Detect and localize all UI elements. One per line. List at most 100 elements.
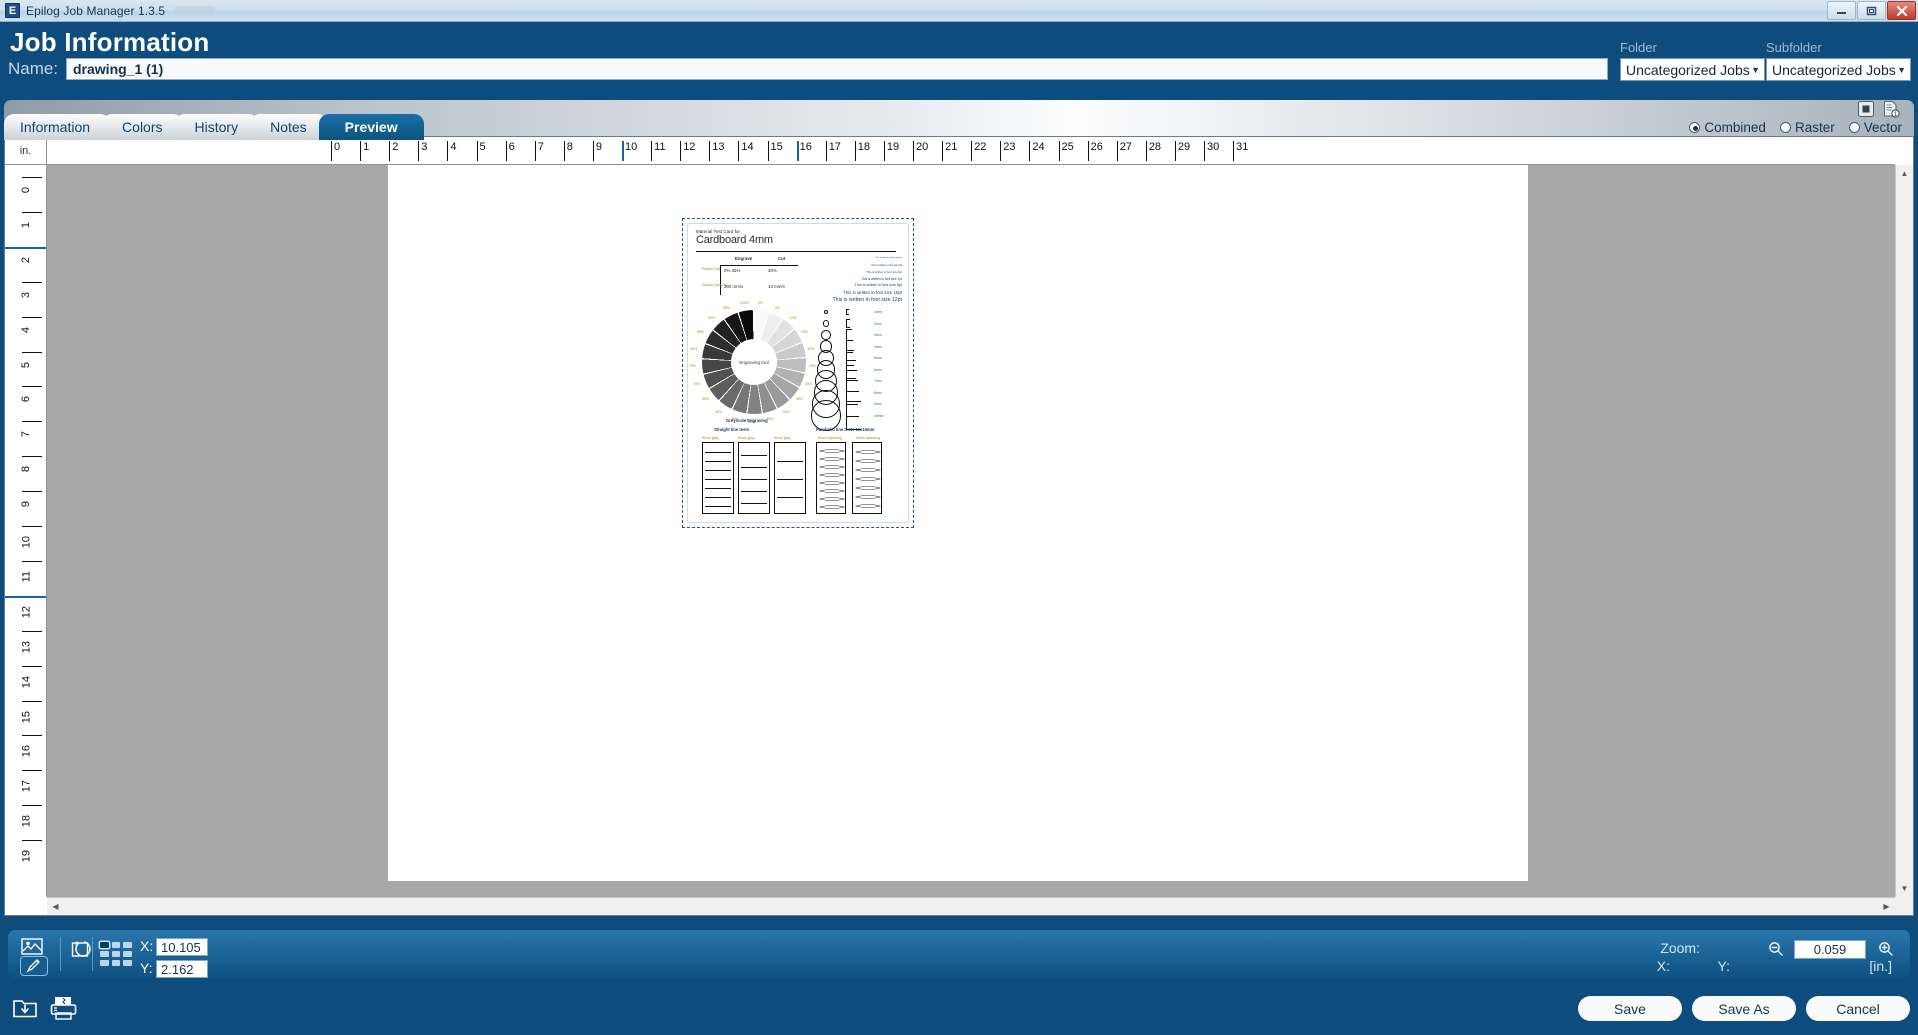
tab-colors[interactable]: Colors bbox=[102, 114, 184, 140]
job-name-input[interactable] bbox=[66, 58, 1608, 80]
drawing-stage[interactable]: Material Test Card for Cardboard 4mm Eng… bbox=[47, 165, 1895, 897]
ruler-tick-label: 13 bbox=[20, 640, 32, 653]
anchor-dot[interactable] bbox=[100, 942, 109, 948]
send-to-laser-icon[interactable] bbox=[50, 995, 77, 1021]
subfolder-dropdown[interactable]: Uncategorized Jobs ▼ bbox=[1766, 58, 1911, 81]
straight-line bbox=[705, 497, 731, 498]
cancel-button[interactable]: Cancel bbox=[1806, 996, 1910, 1021]
titlebar-blur-artifact bbox=[175, 6, 216, 15]
ruler-tick-label: 24 bbox=[1032, 141, 1045, 153]
pencil-tool-icon[interactable] bbox=[20, 956, 48, 976]
anchor-point-selector[interactable] bbox=[100, 942, 132, 966]
donut-segment-label: 30% bbox=[804, 381, 812, 386]
anchor-dot[interactable] bbox=[100, 951, 109, 957]
ruler-tick-label: 9 bbox=[595, 141, 603, 153]
page-count-icon[interactable]: 1 bbox=[1882, 100, 1900, 118]
tab-label: Colors bbox=[122, 119, 163, 135]
ruler-tick-label: 26 bbox=[1090, 141, 1103, 153]
ruler-tick bbox=[1116, 141, 1118, 161]
horizontal-scrollbar[interactable]: ◀ ▶ bbox=[47, 897, 1895, 915]
save-button[interactable]: Save bbox=[1578, 996, 1682, 1021]
tab-information[interactable]: Information bbox=[4, 114, 112, 140]
zoom-input[interactable] bbox=[1794, 940, 1866, 959]
ruler-tick-label: 16 bbox=[20, 745, 32, 758]
maximize-button[interactable] bbox=[1857, 1, 1886, 20]
ruler-tick-label: 2 bbox=[20, 256, 32, 263]
donut-center-label: Engraving tool bbox=[731, 339, 777, 385]
ruler-tick bbox=[22, 630, 42, 632]
anchor-dot[interactable] bbox=[123, 960, 132, 966]
tab-notes[interactable]: Notes bbox=[250, 114, 328, 140]
radio-indicator[interactable] bbox=[1689, 122, 1701, 133]
magnifier-minus-icon[interactable] bbox=[1768, 941, 1784, 957]
y-input[interactable] bbox=[156, 960, 208, 978]
tab-history[interactable]: History bbox=[174, 114, 260, 140]
tab-label: Preview bbox=[344, 119, 398, 135]
dialog-footer: Save Save As Cancel bbox=[0, 985, 1918, 1035]
scroll-left-icon[interactable]: ◀ bbox=[47, 898, 64, 915]
ruler-tick-label: 11 bbox=[20, 570, 32, 583]
anchor-dot[interactable] bbox=[111, 951, 121, 957]
parabolic-line bbox=[819, 473, 845, 477]
parabolic-line bbox=[819, 489, 845, 493]
vertical-ruler[interactable]: 0 1 2 3 4 5 6 7 8 9 10 11 12 13 14 15 16 17 18 19 bbox=[5, 165, 47, 897]
anchor-dot[interactable] bbox=[100, 960, 109, 966]
straight-line bbox=[777, 461, 803, 462]
close-button[interactable] bbox=[1887, 1, 1916, 20]
minimize-button[interactable] bbox=[1827, 1, 1856, 20]
anchor-dot[interactable] bbox=[123, 951, 132, 957]
ruler-tick-label: 1 bbox=[363, 141, 370, 153]
shape-test-size-label: 6mm bbox=[874, 367, 882, 372]
anchor-dot[interactable] bbox=[111, 960, 121, 966]
ruler-tick bbox=[22, 805, 42, 807]
parabolic-line bbox=[855, 495, 881, 499]
anchor-dot[interactable] bbox=[111, 942, 121, 948]
ruler-tick-label: 22 bbox=[974, 141, 987, 153]
shape-test-circle bbox=[822, 320, 830, 327]
stop-square-icon[interactable] bbox=[1857, 100, 1875, 118]
parabolic-line bbox=[819, 457, 845, 461]
ruler-tick bbox=[22, 281, 42, 283]
donut-segment-label: 65% bbox=[702, 397, 709, 402]
radio-label: Vector bbox=[1863, 120, 1902, 135]
vertical-scrollbar[interactable]: ▲ ▼ bbox=[1895, 165, 1913, 897]
shape-test-size-label: 10mm bbox=[874, 413, 884, 418]
tab-preview[interactable]: Preview bbox=[318, 114, 424, 140]
scroll-right-icon[interactable]: ▶ bbox=[1878, 898, 1895, 915]
ruler-tick bbox=[942, 141, 944, 161]
anchor-dot[interactable] bbox=[123, 942, 132, 948]
ruler-tick-label: 19 bbox=[20, 850, 32, 863]
radio-raster[interactable]: Raster bbox=[1779, 120, 1835, 135]
ruler-tick-label: 23 bbox=[1003, 141, 1016, 153]
image-tool-icon[interactable] bbox=[20, 936, 46, 958]
ruler-tick bbox=[622, 141, 624, 161]
shape-test-circle bbox=[821, 330, 831, 340]
import-folder-icon[interactable] bbox=[12, 995, 38, 1021]
ruler-tick bbox=[971, 141, 973, 161]
folder-dropdown[interactable]: Uncategorized Jobs ▼ bbox=[1620, 58, 1765, 81]
ruler-tick bbox=[447, 141, 449, 161]
view-mode-toolbar: 1 Combined Raster Vector bbox=[1602, 100, 1902, 135]
artwork-title: Cardboard 4mm bbox=[696, 234, 773, 246]
scroll-down-icon[interactable]: ▼ bbox=[1896, 880, 1913, 897]
artwork-selection[interactable]: Material Test Card for Cardboard 4mm Eng… bbox=[682, 218, 914, 528]
radio-indicator[interactable] bbox=[1848, 122, 1860, 133]
parabolic-line bbox=[819, 505, 845, 509]
radio-combined[interactable]: Combined bbox=[1689, 120, 1766, 135]
radio-vector[interactable]: Vector bbox=[1848, 120, 1902, 135]
ruler-tick bbox=[534, 141, 536, 161]
scroll-up-icon[interactable]: ▲ bbox=[1896, 165, 1913, 182]
font-sample-line: This is written in font size 8pt bbox=[854, 283, 902, 288]
ruler-tick bbox=[22, 665, 42, 667]
straight-line bbox=[705, 488, 731, 489]
x-input[interactable] bbox=[156, 938, 208, 956]
save-as-button[interactable]: Save As bbox=[1692, 996, 1796, 1021]
ruler-tick bbox=[331, 141, 332, 161]
radio-indicator[interactable] bbox=[1779, 122, 1791, 133]
magnifier-plus-icon[interactable] bbox=[1878, 941, 1894, 957]
horizontal-ruler[interactable]: 0 1 2 3 4 5 6 7 8 9 10 11 12 13 14 15 16 17 18 19 20 21 22 23 24… bbox=[47, 137, 1895, 165]
ruler-tick bbox=[22, 491, 42, 493]
ruler-tick bbox=[1000, 141, 1002, 161]
preview-canvas: in. 0 1 2 3 4 5 6 7 8 9 10 11 12 13 14 15 16 17 18 19 20 21 22… bbox=[4, 136, 1914, 916]
ruler-tick-label: 21 bbox=[945, 141, 958, 153]
